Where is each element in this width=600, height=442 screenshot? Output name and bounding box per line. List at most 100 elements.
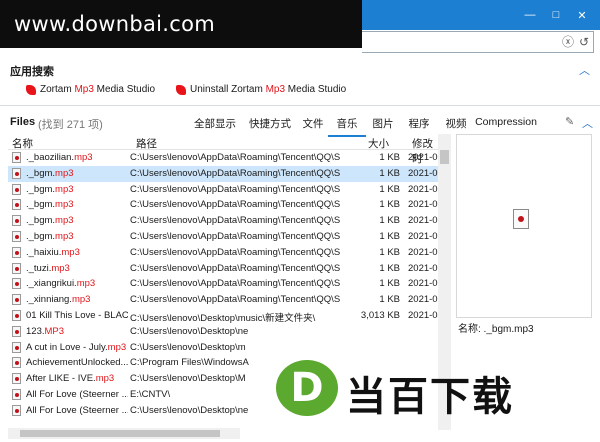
- mp3-file-icon: [513, 209, 529, 229]
- file-date: 2021-06: [408, 278, 438, 290]
- mp3-file-icon: [12, 199, 21, 211]
- file-name: ._haixiu.mp3: [26, 246, 80, 258]
- watermark-logo-text: 当百下载: [346, 374, 514, 420]
- file-row[interactable]: ._xiangrikui.mp3 C:\Users\lenovo\AppData\…: [8, 276, 438, 292]
- file-row[interactable]: ._baozilian.mp3 C:\Users\lenovo\AppData\R…: [8, 150, 438, 166]
- mp3-file-icon: [12, 404, 21, 416]
- file-path: C:\Users\lenovo\AppData\Roaming\Tencent\…: [130, 183, 340, 195]
- mp3-file-icon: [12, 262, 21, 274]
- file-date: 2021-06: [408, 199, 438, 211]
- file-name: ._bgm.mp3: [26, 167, 74, 179]
- column-size[interactable]: 大小: [368, 136, 389, 151]
- clear-icon[interactable]: ⓧ: [561, 35, 575, 49]
- file-date: 2021-06: [408, 230, 438, 242]
- close-button[interactable]: ✕: [572, 5, 592, 25]
- file-row[interactable]: ._haixiu.mp3 C:\Users\lenovo\AppData\Roam…: [8, 245, 438, 261]
- file-path: C:\Users\lenovo\Desktop\ne: [130, 325, 249, 337]
- file-path: C:\Users\lenovo\AppData\Roaming\Tencent\…: [130, 278, 340, 290]
- file-name: All For Love (Steerner ...: [26, 388, 128, 400]
- file-row[interactable]: 123.MP3 C:\Users\lenovo\Desktop\ne: [8, 324, 438, 340]
- mp3-file-icon: [12, 215, 21, 227]
- file-row[interactable]: ._bgm.mp3 C:\Users\lenovo\AppData\Roaming…: [8, 165, 438, 182]
- mp3-file-icon: [12, 357, 21, 369]
- file-date: 2021-06: [408, 215, 438, 227]
- file-size: 1 KB: [379, 152, 400, 163]
- file-path: C:\Users\lenovo\AppData\Roaming\Tencent\…: [130, 152, 340, 163]
- hscroll-thumb[interactable]: [20, 430, 220, 437]
- minimize-button[interactable]: —: [520, 5, 540, 25]
- file-row[interactable]: ._bgm.mp3 C:\Users\lenovo\AppData\Roaming…: [8, 197, 438, 213]
- collapse-apps-icon[interactable]: ︿: [579, 62, 590, 78]
- mp3-file-icon: [12, 246, 21, 258]
- file-name: After LIKE - IVE.mp3: [26, 373, 115, 385]
- file-size: 1 KB: [379, 230, 400, 242]
- maximize-button[interactable]: □: [546, 5, 566, 25]
- section-divider: [0, 105, 600, 106]
- search-input[interactable]: [362, 31, 594, 53]
- zortam-uninstall-icon: [176, 84, 186, 95]
- app-item-label: Zortam Mp3 Media Studio: [40, 84, 156, 95]
- mp3-file-icon: [12, 167, 21, 179]
- file-name: A cut in Love - July.mp3: [26, 341, 127, 353]
- file-row[interactable]: 01 Kill This Love - BLAC... C:\Users\leno…: [8, 308, 438, 324]
- app-item-label: Uninstall Zortam Mp3 Media Studio: [190, 84, 347, 95]
- file-date: 2021-06: [408, 246, 438, 258]
- file-name: ._bgm.mp3: [26, 199, 74, 211]
- column-path[interactable]: 路径: [136, 136, 157, 151]
- file-row[interactable]: ._bgm.mp3 C:\Users\lenovo\AppData\Roaming…: [8, 182, 438, 198]
- file-date: 2021-06: [408, 183, 438, 195]
- file-path: C:\Users\lenovo\AppData\Roaming\Tencent\…: [130, 230, 340, 242]
- file-date: 2021-06: [408, 167, 438, 179]
- edit-icon[interactable]: ✎: [565, 115, 574, 128]
- file-path: C:\Users\lenovo\AppData\Roaming\Tencent\…: [130, 199, 340, 211]
- file-path: C:\Users\lenovo\Desktop\music\新建文件夹\: [130, 312, 316, 324]
- file-size: 1 KB: [379, 278, 400, 290]
- file-size: 1 KB: [379, 167, 400, 179]
- file-name: ._bgm.mp3: [26, 215, 74, 227]
- files-title: Files: [10, 116, 36, 128]
- file-name: 123.MP3: [26, 325, 65, 337]
- file-row[interactable]: A cut in Love - July.mp3 C:\Users\lenovo\…: [8, 340, 438, 356]
- watermark-banner: www.downbai.com: [0, 0, 362, 48]
- file-date: 2021-06: [408, 152, 438, 163]
- file-size: 1 KB: [379, 183, 400, 195]
- mp3-file-icon: [12, 183, 21, 195]
- file-name: ._baozilian.mp3: [26, 152, 93, 163]
- file-row[interactable]: ._bgm.mp3 C:\Users\lenovo\AppData\Roaming…: [8, 229, 438, 245]
- mp3-file-icon: [12, 152, 21, 163]
- vscroll-thumb[interactable]: [440, 150, 449, 164]
- file-list-header: 名称 路径 大小 修改时: [8, 134, 438, 165]
- file-path: C:\Users\lenovo\AppData\Roaming\Tencent\…: [130, 167, 340, 179]
- zortam-app-icon: [26, 84, 36, 95]
- mp3-file-icon: [12, 341, 21, 353]
- app-search-title: 应用搜索: [10, 66, 54, 78]
- file-path: C:\Users\lenovo\AppData\Roaming\Tencent\…: [130, 246, 340, 258]
- mp3-file-icon: [12, 294, 21, 306]
- file-size: 1 KB: [379, 246, 400, 258]
- app-item-uninstall-zortam[interactable]: Uninstall Zortam Mp3 Media Studio: [176, 84, 346, 95]
- collapse-files-icon[interactable]: ︿: [582, 115, 593, 131]
- mp3-file-icon: [12, 388, 21, 400]
- file-name: ._xinniang.mp3: [26, 294, 91, 306]
- file-name: ._bgm.mp3: [26, 183, 74, 195]
- file-name: ._tuzi.mp3: [26, 262, 70, 274]
- file-path: C:\Users\lenovo\AppData\Roaming\Tencent\…: [130, 262, 340, 274]
- history-icon[interactable]: ↺: [577, 35, 591, 49]
- mp3-file-icon: [12, 309, 21, 321]
- file-name: 01 Kill This Love - BLAC...: [26, 309, 128, 321]
- column-name[interactable]: 名称: [12, 136, 33, 151]
- file-path: C:\Users\lenovo\Desktop\m: [130, 341, 246, 353]
- mp3-file-icon: [12, 278, 21, 290]
- file-size: 1 KB: [379, 294, 400, 306]
- close-icon: ✕: [577, 9, 587, 22]
- file-row[interactable]: ._xinniang.mp3 C:\Users\lenovo\AppData\Ro…: [8, 292, 438, 308]
- file-row[interactable]: ._bgm.mp3 C:\Users\lenovo\AppData\Roaming…: [8, 213, 438, 229]
- file-date: 2021-06: [408, 262, 438, 274]
- file-name: All For Love (Steerner ...: [26, 404, 128, 416]
- file-size: 3,013 KB: [360, 309, 400, 321]
- file-row[interactable]: ._tuzi.mp3 C:\Users\lenovo\AppData\Roamin…: [8, 261, 438, 277]
- preview-file-name: 名称: ._bgm.mp3: [458, 324, 534, 335]
- file-size: 1 KB: [379, 262, 400, 274]
- app-item-zortam[interactable]: Zortam Mp3 Media Studio: [26, 84, 155, 95]
- file-path: C:\Users\lenovo\AppData\Roaming\Tencent\…: [130, 294, 340, 306]
